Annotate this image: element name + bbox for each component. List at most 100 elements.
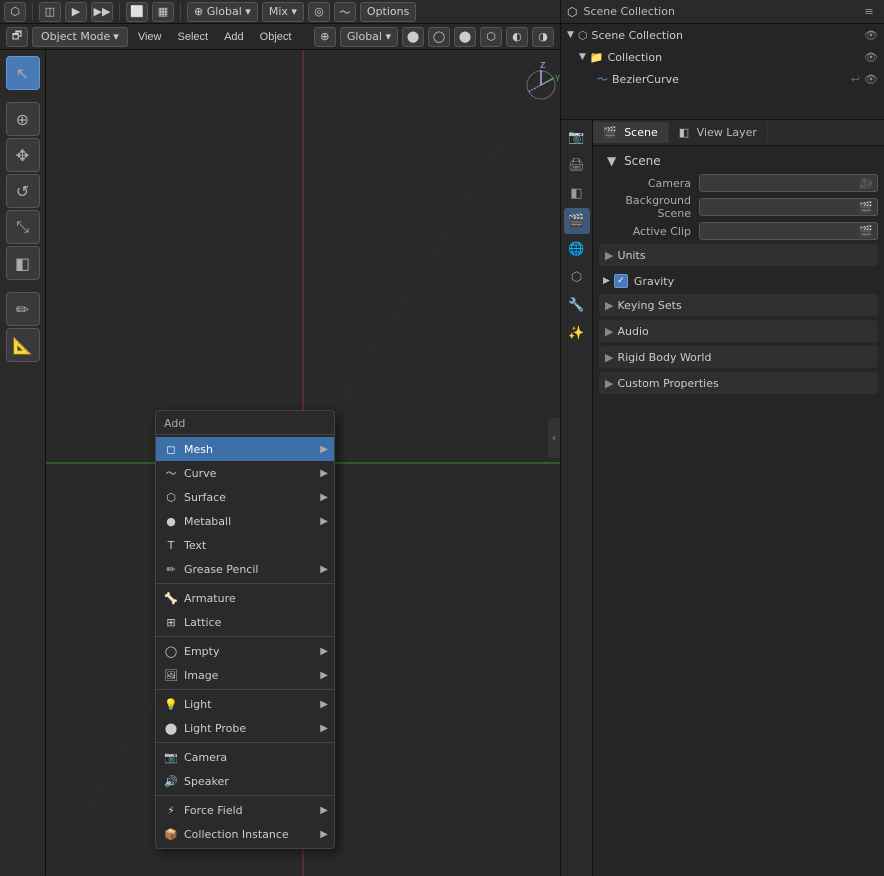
scene-tab-label: Scene [624,126,658,139]
move-tool[interactable]: ✥ [6,138,40,172]
scene-props-icon[interactable]: 🎬 [564,208,590,234]
collection-item[interactable]: ▼ 📁 Collection 👁 [561,46,884,68]
annotate-tool[interactable]: ✏ [6,292,40,326]
scene-collection-icon: ⬡ [578,29,588,42]
light-submenu-arrow: ▶ [320,699,328,710]
scale-tool[interactable]: ⤡ [6,210,40,244]
bezier-visibility[interactable]: 👁 [864,73,878,86]
custom-props-section[interactable]: ▶ Custom Properties [599,372,878,394]
menu-item-metaball[interactable]: ● Metaball ▶ [156,509,334,533]
lattice-label: Lattice [184,616,221,629]
visibility-icon[interactable]: 👁 [864,29,878,42]
proportional-edit-icon[interactable]: 〜 [334,2,356,22]
world-props-icon[interactable]: 🌐 [564,236,590,262]
empty-submenu-arrow: ▶ [320,646,328,657]
mesh-submenu-arrow: ▶ [320,444,328,455]
surface-submenu-arrow: ▶ [320,492,328,503]
render-type-icon[interactable]: ▦ [152,2,174,22]
bg-scene-field[interactable]: 🎬 [699,198,878,216]
collection-instance-label: Collection Instance [184,828,289,841]
menu-divider-2 [156,636,334,637]
material-preview-icon[interactable]: ◑ [532,27,554,47]
view-layer-tab[interactable]: ◧ View Layer [669,122,768,143]
sep1 [32,3,33,21]
menu-item-curve[interactable]: 〜 Curve ▶ [156,461,334,485]
magnet-icon[interactable]: ◎ [308,2,330,22]
object-mode-btn[interactable]: Object Mode ▾ [32,27,128,47]
collection-instance-icon: 📦 [164,827,178,841]
menu-item-grease-pencil[interactable]: ✏ Grease Pencil ▶ [156,557,334,581]
viewport-display-icon[interactable]: ⊕ [314,27,336,47]
view-menu[interactable]: View [132,27,168,47]
rigid-body-section[interactable]: ▶ Rigid Body World [599,346,878,368]
object-menu[interactable]: Object [254,27,298,47]
menu-item-text[interactable]: T Text [156,533,334,557]
armature-icon: 🦴 [164,591,178,605]
overlay-icon[interactable]: ⬤ [402,27,424,47]
menu-item-camera[interactable]: 📷 Camera [156,745,334,769]
menu-item-lattice[interactable]: ⊞ Lattice [156,610,334,634]
particles-props-icon[interactable]: ✨ [564,320,590,346]
camera-context-icon: 📷 [164,750,178,764]
render-icon[interactable]: ▶ [65,2,87,22]
menu-item-collection-instance[interactable]: 📦 Collection Instance ▶ [156,822,334,846]
transform-tool[interactable]: ◧ [6,246,40,280]
global-transform-btn[interactable]: ⊕ Global ▾ [187,2,258,22]
cursor-tool[interactable]: ⊕ [6,102,40,136]
viewport-type-icon[interactable]: 🗗 [6,27,28,47]
collection-visibility[interactable]: 👁 [864,51,878,64]
camera-context-label: Camera [184,751,227,764]
units-section[interactable]: ▶ Units [599,244,878,266]
options-btn[interactable]: Options [360,2,416,22]
keying-sets-section[interactable]: ▶ Keying Sets [599,294,878,316]
scene-collection-item[interactable]: ▼ ⬡ Scene Collection 👁 [561,24,884,46]
add-menu[interactable]: Add [218,27,250,47]
blender-icon[interactable]: ⬡ [4,2,26,22]
editor-type-icon[interactable]: ◫ [39,2,61,22]
menu-item-force-field[interactable]: ⚡ Force Field ▶ [156,798,334,822]
solid-mode-icon[interactable]: ⬤ [454,27,476,47]
scene-tab-icon: 🎬 [603,126,617,139]
audio-section[interactable]: ▶ Audio [599,320,878,342]
active-clip-icon: 🎬 [859,225,873,238]
modifier-props-icon[interactable]: 🔧 [564,292,590,318]
menu-item-speaker[interactable]: 🔊 Speaker [156,769,334,793]
menu-divider-1 [156,583,334,584]
sep3 [180,3,181,21]
rotate-tool[interactable]: ↺ [6,174,40,208]
panel-collapse-btn[interactable]: ‹ [548,418,560,458]
render-props-icon[interactable]: 📷 [564,124,590,150]
scene-tab[interactable]: 🎬 Scene [593,122,669,143]
viewport-icon[interactable]: ⬜ [126,2,148,22]
mix-btn[interactable]: Mix ▾ [262,2,304,22]
menu-item-light-probe[interactable]: ⬤ Light Probe ▶ [156,716,334,740]
wireframe-icon[interactable]: ⬡ [480,27,502,47]
outliner-filter-icon[interactable]: ≡ [860,3,878,21]
viewport-header: 🗗 Object Mode ▾ View Select Add Object ⊕… [0,24,560,50]
measure-tool[interactable]: 📐 [6,328,40,362]
menu-item-empty[interactable]: ◯ Empty ▶ [156,639,334,663]
select-tool[interactable]: ↖ [6,56,40,90]
expand-arrow: ▼ [567,30,574,40]
select-menu[interactable]: Select [171,27,214,47]
object-props-icon[interactable]: ⬡ [564,264,590,290]
active-clip-label: Active Clip [599,225,699,238]
gravity-checkbox[interactable] [614,274,628,288]
menu-item-light[interactable]: 💡 Light ▶ [156,692,334,716]
view-layer-props-icon[interactable]: ◧ [564,180,590,206]
menu-item-image[interactable]: 🖼 Image ▶ [156,663,334,687]
camera-field[interactable]: 🎥 ✏ [699,174,878,192]
menu-item-surface[interactable]: ⬡ Surface ▶ [156,485,334,509]
rendered-icon[interactable]: ◐ [506,27,528,47]
undo-icon: ↩ [851,73,860,86]
render-anim-icon[interactable]: ▶▶ [91,2,113,22]
gravity-label: Gravity [634,275,674,288]
global-btn[interactable]: Global ▾ [340,27,398,47]
bezier-curve-item[interactable]: 〜 BezierCurve ↩ 👁 [561,68,884,90]
menu-item-mesh[interactable]: ◻ Mesh ▶ [156,437,334,461]
xray-icon[interactable]: ◯ [428,27,450,47]
menu-item-armature[interactable]: 🦴 Armature [156,586,334,610]
speaker-icon: 🔊 [164,774,178,788]
output-props-icon[interactable]: 🖨 [564,152,590,178]
active-clip-field[interactable]: 🎬 [699,222,878,240]
